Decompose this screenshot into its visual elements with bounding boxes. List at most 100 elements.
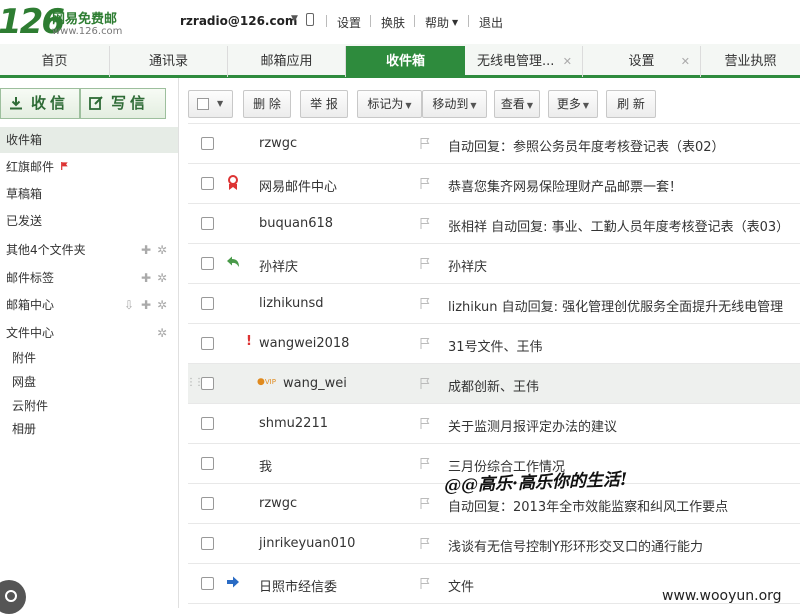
chevron-down-icon: ▼ — [526, 101, 534, 110]
compose-button[interactable]: 写信 — [80, 88, 166, 119]
row-checkbox[interactable] — [201, 537, 214, 550]
folder-attachments[interactable]: 附件 — [0, 346, 178, 370]
add-icon[interactable]: ✚ — [141, 265, 151, 291]
chevron-down-icon: ▼ — [582, 101, 590, 110]
flag-icon[interactable] — [420, 498, 430, 509]
report-button[interactable]: 举 报 — [300, 90, 348, 118]
table-row[interactable]: ⋮⋮ ●VIP wang_wei 成都创新、王伟 — [188, 364, 800, 404]
view-button[interactable]: 查看 ▼ — [494, 90, 540, 118]
select-all-dropdown[interactable]: ▼ — [188, 90, 233, 118]
flag-icon[interactable] — [420, 138, 430, 149]
subject: 浅谈有无信号控制Y形环形交叉口的通行能力 — [448, 540, 703, 555]
sender: 网易邮件中心 — [259, 180, 338, 195]
row-checkbox[interactable] — [201, 337, 214, 350]
folder-other[interactable]: 其他4个文件夹 ✚ ✲ — [0, 237, 178, 263]
mark-as-button[interactable]: 标记为 ▼ — [357, 90, 422, 118]
table-row[interactable]: lizhikunsd lizhikun 自动回复: 强化管理创优服务全面提升无线电… — [188, 284, 800, 324]
row-checkbox[interactable] — [201, 137, 214, 150]
tab-home[interactable]: 首页 — [0, 46, 110, 77]
folder-inbox[interactable]: 收件箱 — [0, 127, 178, 153]
row-checkbox[interactable] — [201, 577, 214, 590]
tab-settings[interactable]: 设置 ✕ — [583, 46, 701, 77]
flag-icon[interactable] — [420, 298, 430, 309]
flag-icon[interactable] — [420, 458, 430, 469]
tab-apps[interactable]: 邮箱应用 — [228, 46, 346, 77]
gear-icon[interactable]: ✲ — [157, 237, 167, 263]
drag-handle-icon[interactable]: ⋮⋮ — [188, 377, 204, 388]
close-icon[interactable]: ✕ — [563, 46, 572, 77]
select-all-checkbox[interactable] — [197, 98, 209, 110]
row-checkbox[interactable] — [201, 457, 214, 470]
tab-bar: 首页 通讯录 邮箱应用 收件箱 无线电管理... ✕ 设置 ✕ 营业执照 — [0, 44, 800, 78]
subject: 孙祥庆 — [448, 260, 488, 275]
folder-labels[interactable]: 邮件标签 ✚ ✲ — [0, 265, 178, 291]
table-row[interactable]: rzwgc 自动回复：参照公务员年度考核登记表（表02） — [188, 124, 800, 164]
row-checkbox[interactable] — [201, 217, 214, 230]
folder-drafts[interactable]: 草稿箱 — [0, 181, 178, 207]
flag-icon[interactable] — [420, 538, 430, 549]
flag-icon[interactable] — [420, 178, 430, 189]
table-row[interactable]: 网易邮件中心 恭喜您集齐网易保险理财产品邮票一套！ — [188, 164, 800, 204]
flag-icon[interactable] — [420, 378, 430, 389]
phone-icon[interactable] — [306, 13, 314, 26]
chevron-down-icon[interactable]: ▼ — [452, 18, 458, 27]
folder-label: 附件 — [12, 351, 37, 365]
folder-album[interactable]: 相册 — [0, 417, 178, 441]
flag-icon[interactable] — [420, 578, 430, 589]
row-checkbox[interactable] — [201, 417, 214, 430]
folder-cloud-attachments[interactable]: 云附件 — [0, 394, 178, 418]
tab-label: 设置 — [628, 54, 655, 69]
tab-label: 营业执照 — [724, 54, 777, 69]
table-row[interactable]: ! wangwei2018 31号文件、王伟 — [188, 324, 800, 364]
add-icon[interactable]: ✚ — [141, 292, 151, 318]
tab-business-license[interactable]: 营业执照 — [701, 46, 800, 77]
folder-label: 网盘 — [12, 375, 37, 389]
sender: 孙祥庆 — [259, 260, 299, 275]
row-checkbox[interactable] — [201, 497, 214, 510]
folder-netdisk[interactable]: 网盘 — [0, 370, 178, 394]
table-row[interactable]: shmu2211 关于监测月报评定办法的建议 — [188, 404, 800, 444]
help-link[interactable]: 帮助 — [425, 14, 449, 31]
flag-icon[interactable] — [420, 218, 430, 229]
close-icon[interactable]: ✕ — [681, 46, 690, 77]
table-row[interactable]: 孙祥庆 孙祥庆 — [188, 244, 800, 284]
chevron-down-icon: ▼ — [217, 99, 224, 108]
skin-link[interactable]: 换肤 — [381, 14, 405, 31]
tab-inbox[interactable]: 收件箱 — [346, 46, 465, 77]
tab-contacts[interactable]: 通讯录 — [110, 46, 228, 77]
important-icon: ! — [246, 334, 252, 349]
row-checkbox[interactable] — [201, 257, 214, 270]
gear-icon[interactable]: ✲ — [157, 320, 167, 346]
flag-icon[interactable] — [420, 258, 430, 269]
gear-icon[interactable]: ✲ — [157, 292, 167, 318]
subject: 关于监测月报评定办法的建议 — [448, 420, 618, 435]
gear-icon[interactable]: ✲ — [157, 265, 167, 291]
row-checkbox[interactable] — [201, 377, 214, 390]
more-button[interactable]: 更多 ▼ — [548, 90, 598, 118]
row-checkbox[interactable] — [201, 297, 214, 310]
table-row[interactable]: jinrikeyuan010 浅谈有无信号控制Y形环形交叉口的通行能力 — [188, 524, 800, 564]
subject: 成都创新、王伟 — [448, 380, 540, 395]
subject: 自动回复：2013年全市效能监察和纠风工作要点 — [448, 500, 729, 515]
row-checkbox[interactable] — [201, 177, 214, 190]
flag-icon[interactable] — [420, 338, 430, 349]
folder-mail-center[interactable]: 邮箱中心 ⇩ ✚ ✲ — [0, 292, 178, 318]
add-icon[interactable]: ✚ — [141, 237, 151, 263]
sender: wangwei2018 — [259, 336, 350, 351]
folder-file-center[interactable]: 文件中心 ✲ — [0, 320, 178, 346]
logout-link[interactable]: 退出 — [479, 14, 503, 31]
chevron-down-icon: ▼ — [470, 101, 477, 110]
flag-icon[interactable] — [420, 418, 430, 429]
tab-radio-management[interactable]: 无线电管理... ✕ — [465, 46, 583, 77]
folder-flagged[interactable]: 红旗邮件 — [0, 154, 178, 180]
folder-sent[interactable]: 已发送 — [0, 208, 178, 234]
delete-button[interactable]: 删 除 — [243, 90, 291, 118]
chevron-down-icon[interactable]: ▼ — [291, 14, 298, 24]
download-icon[interactable]: ⇩ — [124, 292, 134, 318]
refresh-button[interactable]: 刷 新 — [606, 90, 656, 118]
table-row[interactable]: buquan618 张相祥 自动回复: 事业、工勤人员年度考核登记表（表03） — [188, 204, 800, 244]
receive-button[interactable]: 收信 — [0, 88, 80, 119]
settings-link[interactable]: 设置 — [337, 14, 361, 31]
user-account[interactable]: rzradio@126.com — [180, 14, 297, 28]
move-to-button[interactable]: 移动到 ▼ — [422, 90, 487, 118]
